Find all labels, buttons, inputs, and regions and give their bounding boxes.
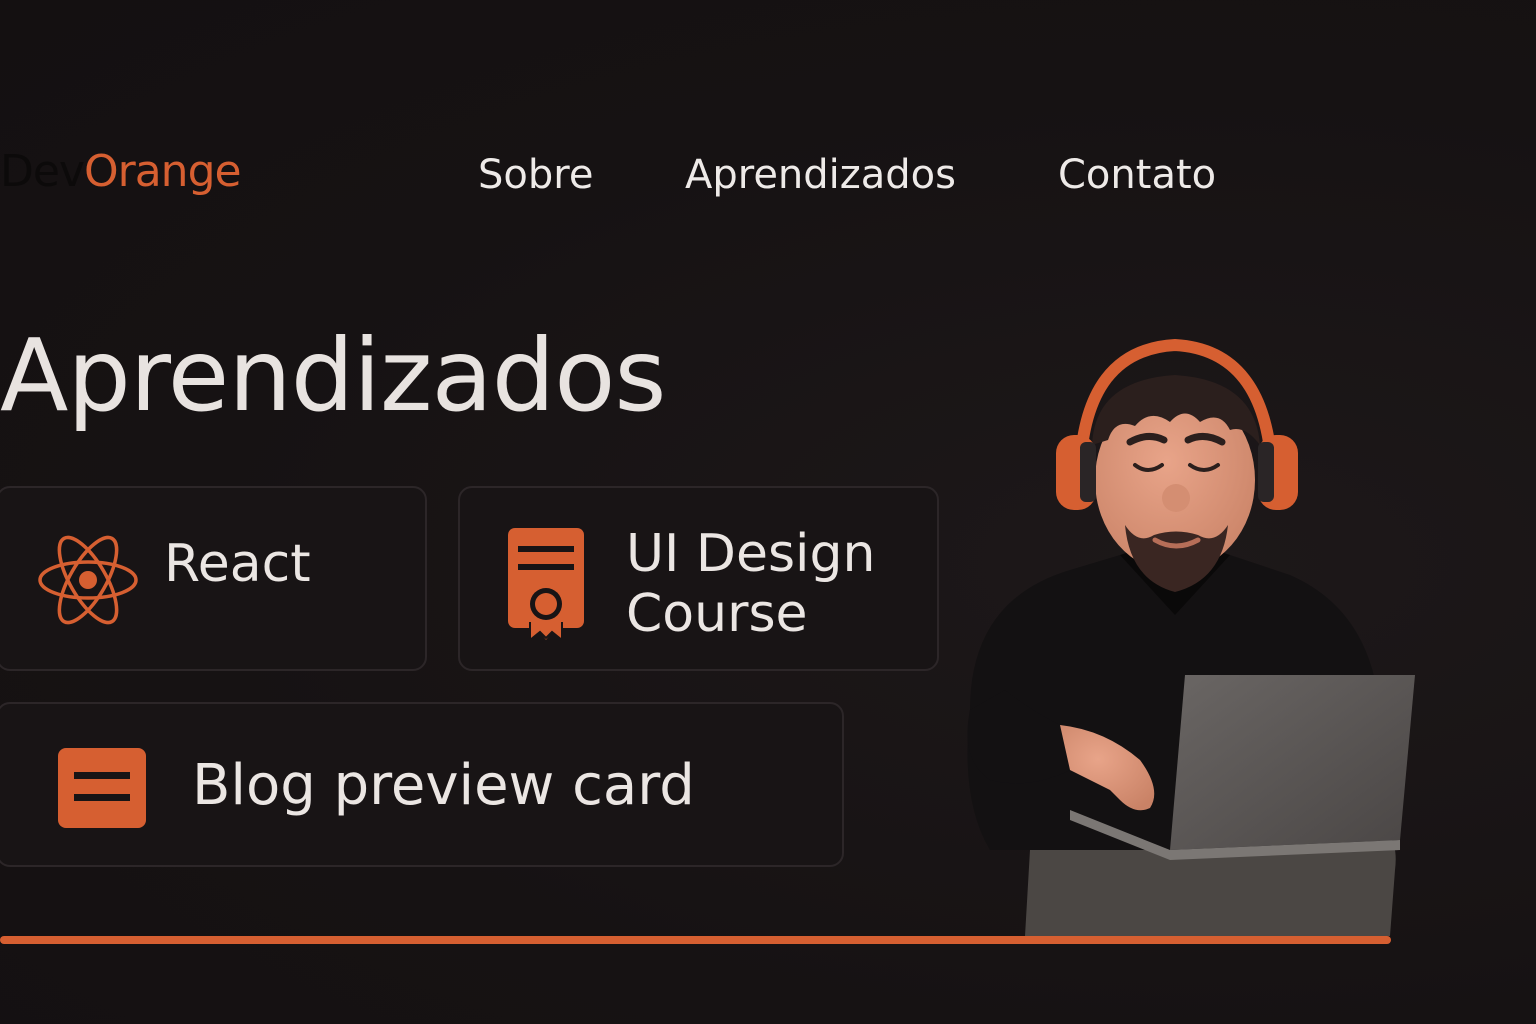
accent-underline <box>0 936 1391 944</box>
nav-link-aprendizados[interactable]: Aprendizados <box>685 150 956 200</box>
brand-logo-orange: Orange <box>84 146 242 197</box>
nav-link-sobre[interactable]: Sobre <box>478 150 593 200</box>
document-lines-icon <box>58 748 146 828</box>
certificate-icon <box>508 528 584 642</box>
nav-link-contato[interactable]: Contato <box>1058 150 1216 200</box>
card-react-label: React <box>164 534 311 594</box>
developer-illustration <box>967 338 1415 936</box>
brand-logo-dev: Dev <box>0 146 85 197</box>
card-ui-design-label: UI Design Course <box>626 524 876 644</box>
page-title: Aprendizados <box>0 317 666 434</box>
card-blog-label: Blog preview card <box>192 753 695 818</box>
page: DevOrange Sobre Aprendizados Contato Apr… <box>0 0 1536 1024</box>
card-react[interactable]: React <box>0 486 427 671</box>
brand-logo[interactable]: DevOrange <box>0 146 242 198</box>
card-ui-design-course[interactable]: UI Design Course <box>458 486 939 671</box>
card-blog-preview[interactable]: Blog preview card <box>0 702 844 867</box>
react-atom-icon <box>38 535 138 625</box>
